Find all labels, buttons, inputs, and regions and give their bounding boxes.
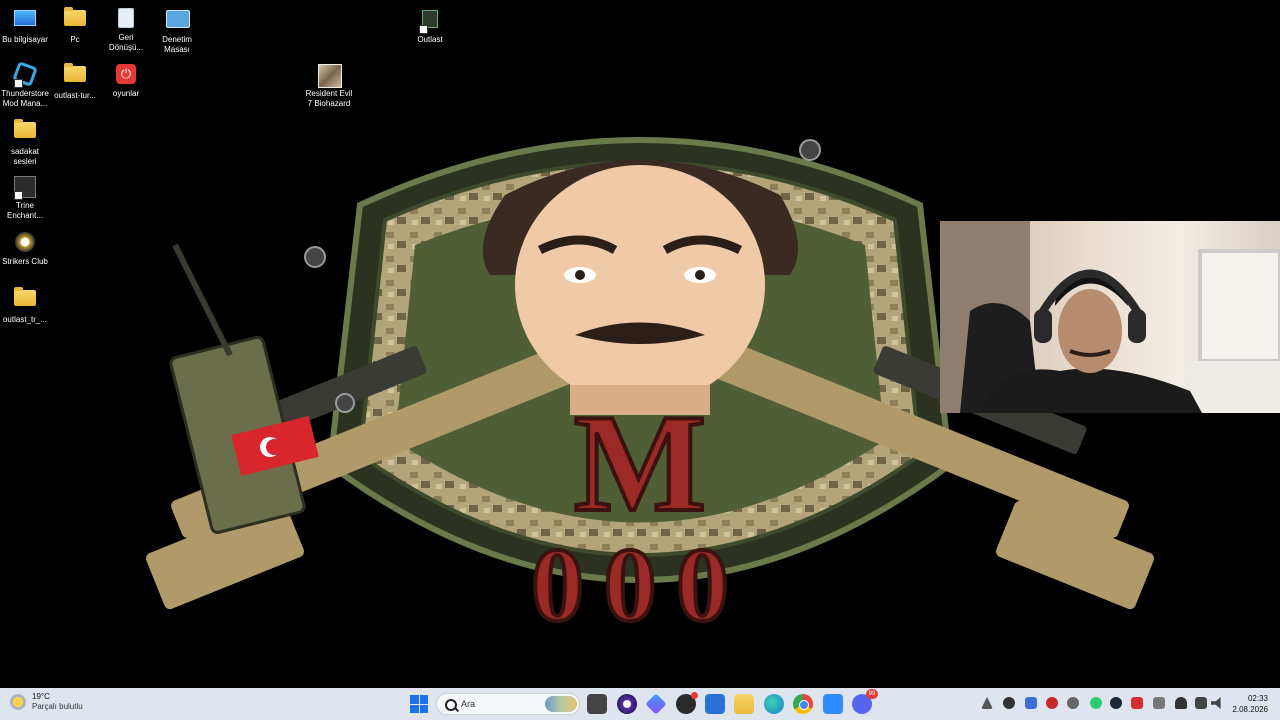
file-explorer-button[interactable] <box>734 694 754 714</box>
power-icon: ⏻ <box>116 64 136 84</box>
folder-icon <box>14 287 36 306</box>
computer-icon <box>14 10 36 26</box>
steam-icon[interactable] <box>1110 697 1122 709</box>
zoom-button[interactable] <box>823 694 843 714</box>
clock-date: 2.08.2026 <box>1232 705 1268 714</box>
desktop-icon-label: Pc <box>70 35 80 44</box>
radio-with-turkish-flag <box>169 243 319 534</box>
desktop-icon-label: Thunderstore Mod Mana... <box>1 89 49 108</box>
desktop-icon-label: Resident Evil 7 Biohazard <box>305 89 353 108</box>
desktop: M 000 Bu bilgisayar Pc Geri Dönüşü... De… <box>0 0 1280 688</box>
discord-badge: 99 <box>866 689 878 699</box>
start-icon <box>410 695 419 704</box>
desktop-icon-thunderstore[interactable]: Thunderstore Mod Mana... <box>0 60 50 109</box>
desktop-icon-label: Outlast <box>417 35 443 44</box>
show-hidden-icons[interactable] <box>981 697 993 709</box>
chrome-button[interactable] <box>793 694 813 714</box>
partly-cloudy-icon <box>10 694 26 710</box>
desktop-icon-label: Strikers Club <box>2 257 48 266</box>
weather-condition: Parçalı bulutlu <box>32 702 83 711</box>
webcam-overlay <box>940 221 1280 413</box>
emblem-letter: M <box>574 386 706 541</box>
desktop-icon-label: outlast_tr_... <box>2 315 48 324</box>
desktop-icon-outlast-tr[interactable]: outlast_tr_... <box>0 284 50 325</box>
strikers-club-icon <box>15 232 35 252</box>
desktop-icon-recycle-bin[interactable]: Geri Dönüşü... <box>101 4 151 53</box>
taskbar-search[interactable]: Ara <box>436 693 580 715</box>
tray-app-icon[interactable] <box>1003 697 1015 709</box>
weather-temperature: 19°C <box>32 692 50 701</box>
search-icon <box>445 699 457 711</box>
network-icon[interactable] <box>1195 697 1207 709</box>
edge-button[interactable] <box>764 694 784 714</box>
shortcut-arrow-icon <box>419 25 428 34</box>
tray-app-icon[interactable] <box>1090 697 1102 709</box>
folder-icon <box>14 119 36 138</box>
desktop-icon-label: sadakat sesleri <box>10 147 40 166</box>
clock[interactable]: 02:33 2.08.2026 <box>1232 693 1268 715</box>
control-panel-icon <box>166 10 190 28</box>
folder-icon <box>64 63 86 82</box>
microphone-icon[interactable] <box>1175 697 1187 709</box>
search-highlight-image <box>545 696 577 712</box>
desktop-icon-control-panel[interactable]: Denetim Masası <box>152 4 202 55</box>
copilot-button[interactable] <box>645 693 667 715</box>
app-button[interactable] <box>676 692 698 714</box>
search-placeholder: Ara <box>461 699 476 709</box>
desktop-icon-label: Trine Enchant... <box>6 201 44 220</box>
desktop-icon-label: Denetim Masası <box>162 35 192 54</box>
desktop-icon-strikers-club[interactable]: Strikers Club <box>0 228 50 267</box>
desktop-icon-label: Bu bilgisayar <box>2 35 48 44</box>
desktop-icon-outlast[interactable]: Outlast <box>405 4 455 45</box>
tray-app-icon[interactable] <box>1025 697 1037 709</box>
desktop-icon-oyunlar[interactable]: ⏻ oyunlar <box>101 60 151 99</box>
volume-icon[interactable] <box>1211 697 1221 709</box>
start-button[interactable] <box>410 695 428 713</box>
tray-app-icon[interactable] <box>1131 697 1143 709</box>
taskbar: 19°C Parçalı bulutlu Ara 99 02:33 2.08.2… <box>0 688 1280 720</box>
store-button[interactable] <box>705 694 725 714</box>
task-view-button[interactable] <box>587 694 607 714</box>
shortcut-arrow-icon <box>14 191 23 200</box>
desktop-icon-trine[interactable]: Trine Enchant... <box>0 172 50 221</box>
folder-icon <box>64 7 86 26</box>
emblem-number: 000 <box>531 526 749 643</box>
desktop-icon-resident-evil[interactable]: Resident Evil 7 Biohazard <box>304 60 354 109</box>
desktop-icon-bu-bilgisayar[interactable]: Bu bilgisayar <box>0 4 50 45</box>
cortana-button[interactable] <box>617 694 637 714</box>
desktop-icon-sadakat-sesleri[interactable]: sadakat sesleri <box>0 116 50 167</box>
desktop-icon-label: oyunlar <box>112 89 140 98</box>
recycle-bin-icon <box>118 8 134 28</box>
desktop-icon-label: Geri Dönüşü... <box>108 33 144 52</box>
desktop-icon-outlast-tur[interactable]: outlast-tur... <box>50 60 100 101</box>
resident-evil-icon <box>318 64 342 88</box>
desktop-icon-pc[interactable]: Pc <box>50 4 100 45</box>
battery-icon[interactable] <box>1153 697 1165 709</box>
shortcut-arrow-icon <box>14 79 23 88</box>
discord-button[interactable]: 99 <box>852 689 878 714</box>
weather-widget[interactable]: 19°C Parçalı bulutlu <box>10 692 83 712</box>
tray-app-icon[interactable] <box>1067 697 1079 709</box>
clock-time: 02:33 <box>1247 694 1268 703</box>
desktop-icon-label: outlast-tur... <box>54 91 96 100</box>
tray-app-icon[interactable] <box>1046 697 1058 709</box>
